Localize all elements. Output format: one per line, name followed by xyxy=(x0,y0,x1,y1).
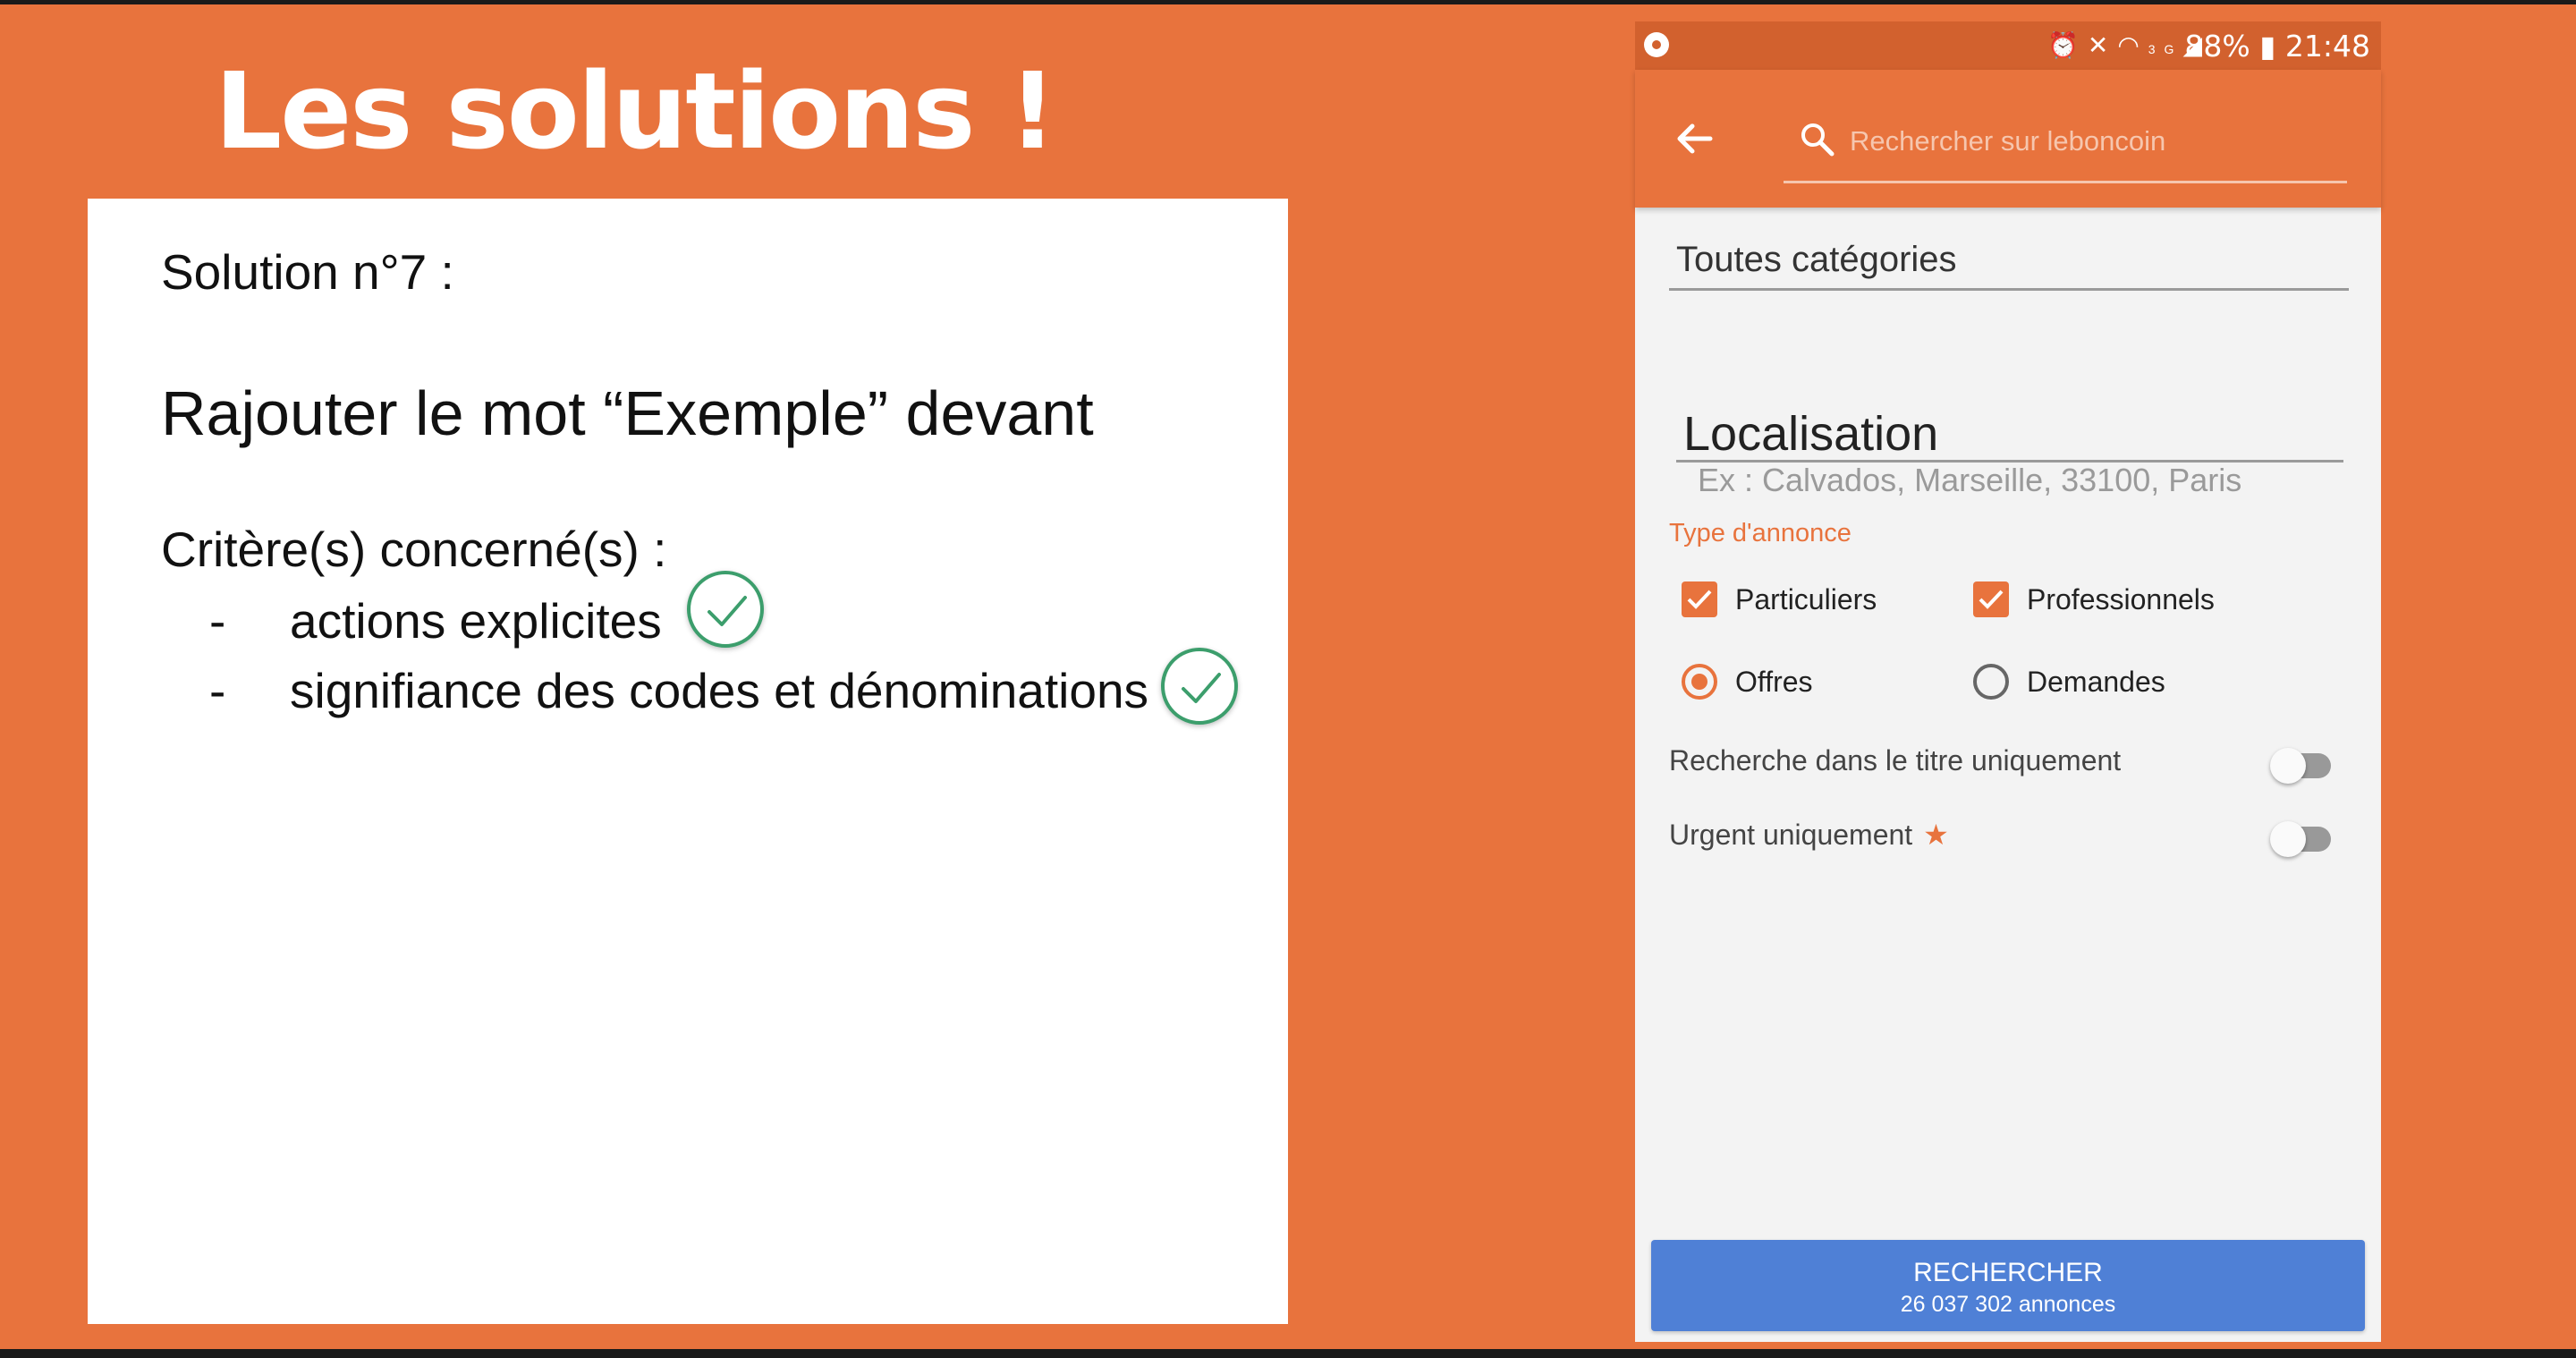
clock: 21:48 xyxy=(2284,29,2370,64)
solution-card: Solution n°7 : Rajouter le mot “Exemple”… xyxy=(88,199,1288,1324)
toggle-label: Urgent uniquement xyxy=(1669,819,1913,851)
criteria-item: - actions explicites xyxy=(209,592,662,649)
criteria-text: actions explicites xyxy=(290,593,662,649)
checkbox-label: Professionnels xyxy=(2027,582,2215,615)
bullet-dash: - xyxy=(209,663,226,718)
radio-label: Offres xyxy=(1735,665,1813,698)
ad-type-label: Type d'annonce xyxy=(1669,519,1852,547)
check-icon xyxy=(1161,648,1238,725)
category-select[interactable]: Toutes catégories xyxy=(1669,240,2349,291)
location-hint: Ex : Calvados, Marseille, 33100, Paris xyxy=(1698,462,2242,498)
status-bar: ⏰✕◠3G◢ 88% ▮ 21:48 xyxy=(1635,21,2381,70)
status-readout: 88% ▮ 21:48 xyxy=(2184,29,2370,64)
check-icon xyxy=(687,571,764,648)
radio-demandes[interactable]: Demandes xyxy=(1973,664,2165,700)
toggle-label: Recherche dans le titre uniquement xyxy=(1669,744,2122,777)
radio-offres[interactable]: Offres xyxy=(1682,664,1813,700)
slide-title: Les solutions ! xyxy=(215,49,1056,173)
wifi-icon: ◠ xyxy=(2117,31,2148,59)
title-only-toggle[interactable] xyxy=(2270,748,2331,784)
solution-description: Rajouter le mot “Exemple” devant xyxy=(161,378,1094,448)
solution-title: Solution n°7 : xyxy=(161,244,454,300)
radio-selected-icon[interactable] xyxy=(1682,664,1717,700)
network-type: 3G xyxy=(2148,42,2183,56)
checkbox-particuliers[interactable]: Particuliers xyxy=(1682,581,1877,617)
back-arrow-icon[interactable] xyxy=(1671,115,1719,163)
bottom-border xyxy=(0,1349,2576,1358)
location-field[interactable]: Localisation xyxy=(1676,404,2343,463)
urgent-toggle[interactable] xyxy=(2270,821,2331,857)
battery-level: 88% xyxy=(2184,29,2250,64)
location-label: Localisation xyxy=(1683,407,1939,461)
radio-label: Demandes xyxy=(2027,665,2165,698)
phone-screen: ⏰✕◠3G◢ 88% ▮ 21:48 Rechercher sur lebonc… xyxy=(1635,21,2381,1342)
battery-icon: ▮ xyxy=(2259,29,2276,64)
search-button-label: RECHERCHER xyxy=(1913,1258,2103,1287)
toggle-thumb xyxy=(2270,748,2306,784)
category-value: Toutes catégories xyxy=(1676,240,1957,279)
toggle-row-title-only: Recherche dans le titre uniquement xyxy=(1669,744,2358,784)
search-input[interactable]: Rechercher sur leboncoin xyxy=(1784,88,2347,183)
mute-icon: ✕ xyxy=(2087,31,2118,59)
star-icon: ★ xyxy=(1923,819,1949,851)
search-icon xyxy=(1801,123,1835,157)
toggle-thumb xyxy=(2270,821,2306,857)
app-bar: Rechercher sur leboncoin xyxy=(1635,70,2381,208)
checkbox-checked-icon[interactable] xyxy=(1973,581,2009,617)
checkbox-label: Particuliers xyxy=(1735,582,1877,615)
radio-unselected-icon[interactable] xyxy=(1973,664,2009,700)
checkbox-checked-icon[interactable] xyxy=(1682,581,1717,617)
criteria-item: - signifiance des codes et dénominations xyxy=(209,662,1148,719)
top-border xyxy=(0,0,2576,4)
camera-icon xyxy=(1644,32,1669,57)
result-count: 26 037 302 annonces xyxy=(1900,1292,2116,1317)
toggle-row-urgent: Urgent uniquement ★ xyxy=(1669,818,2358,857)
alarm-icon: ⏰ xyxy=(2046,31,2088,59)
search-placeholder: Rechercher sur leboncoin xyxy=(1850,125,2166,157)
bullet-dash: - xyxy=(209,593,226,649)
checkbox-professionnels[interactable]: Professionnels xyxy=(1973,581,2215,617)
search-button[interactable]: RECHERCHER 26 037 302 annonces xyxy=(1651,1240,2365,1331)
criteria-title: Critère(s) concerné(s) : xyxy=(161,522,667,577)
criteria-text: signifiance des codes et dénominations xyxy=(290,663,1149,718)
